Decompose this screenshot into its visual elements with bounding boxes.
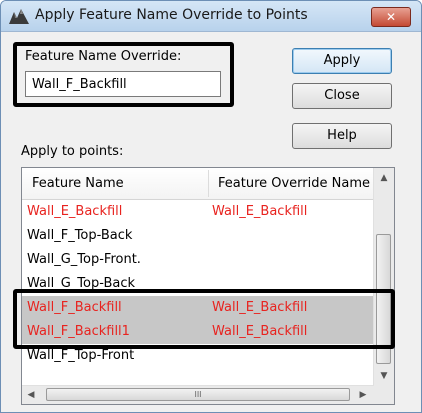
dialog-title: Apply Feature Name Override to Points <box>35 7 308 23</box>
close-window-button[interactable]: ✕ <box>371 7 411 27</box>
apply-feature-name-override-dialog: Apply Feature Name Override to Points ✕ … <box>0 0 422 413</box>
column-header-feature-override-name[interactable]: Feature Override Name <box>208 168 374 199</box>
scrollbar-corner <box>374 386 394 404</box>
scroll-right-icon[interactable]: ▶ <box>354 386 372 404</box>
title-bar[interactable]: Apply Feature Name Override to Points ✕ <box>1 1 421 32</box>
list-header: Feature Name Feature Override Name <box>22 168 374 200</box>
feature-name-cell: Wall_G_Top-Front. <box>27 252 141 267</box>
feature-app-icon <box>9 9 29 24</box>
close-button[interactable]: Close <box>292 83 392 109</box>
horizontal-scrollbar[interactable]: ◀ III ▶ <box>22 385 374 404</box>
apply-to-points-label: Apply to points: <box>21 144 124 159</box>
table-row[interactable]: Wall_E_Backfill Wall_E_Backfill <box>22 200 374 224</box>
horizontal-scroll-thumb[interactable]: III <box>46 388 350 401</box>
scroll-up-icon[interactable]: ▲ <box>374 168 394 188</box>
help-button[interactable]: Help <box>292 123 392 149</box>
table-row[interactable]: Wall_G_Top-Front. <box>22 248 374 272</box>
feature-name-cell: Wall_F_Top-Back <box>27 228 133 243</box>
scroll-left-icon[interactable]: ◀ <box>22 386 40 404</box>
scroll-down-icon[interactable]: ▼ <box>374 366 394 386</box>
table-row[interactable]: Wall_F_Top-Back <box>22 224 374 248</box>
feature-name-cell: Wall_E_Backfill <box>27 204 123 219</box>
apply-button[interactable]: Apply <box>292 48 392 74</box>
vertical-scrollbar[interactable]: ▲ ▼ <box>373 168 394 386</box>
override-name-cell: Wall_E_Backfill <box>212 204 308 219</box>
selected-rows-callout-box <box>13 289 395 349</box>
points-list[interactable]: Feature Name Feature Override Name Wall_… <box>21 167 395 405</box>
column-header-feature-name[interactable]: Feature Name <box>22 168 208 199</box>
override-callout-box <box>13 42 234 107</box>
